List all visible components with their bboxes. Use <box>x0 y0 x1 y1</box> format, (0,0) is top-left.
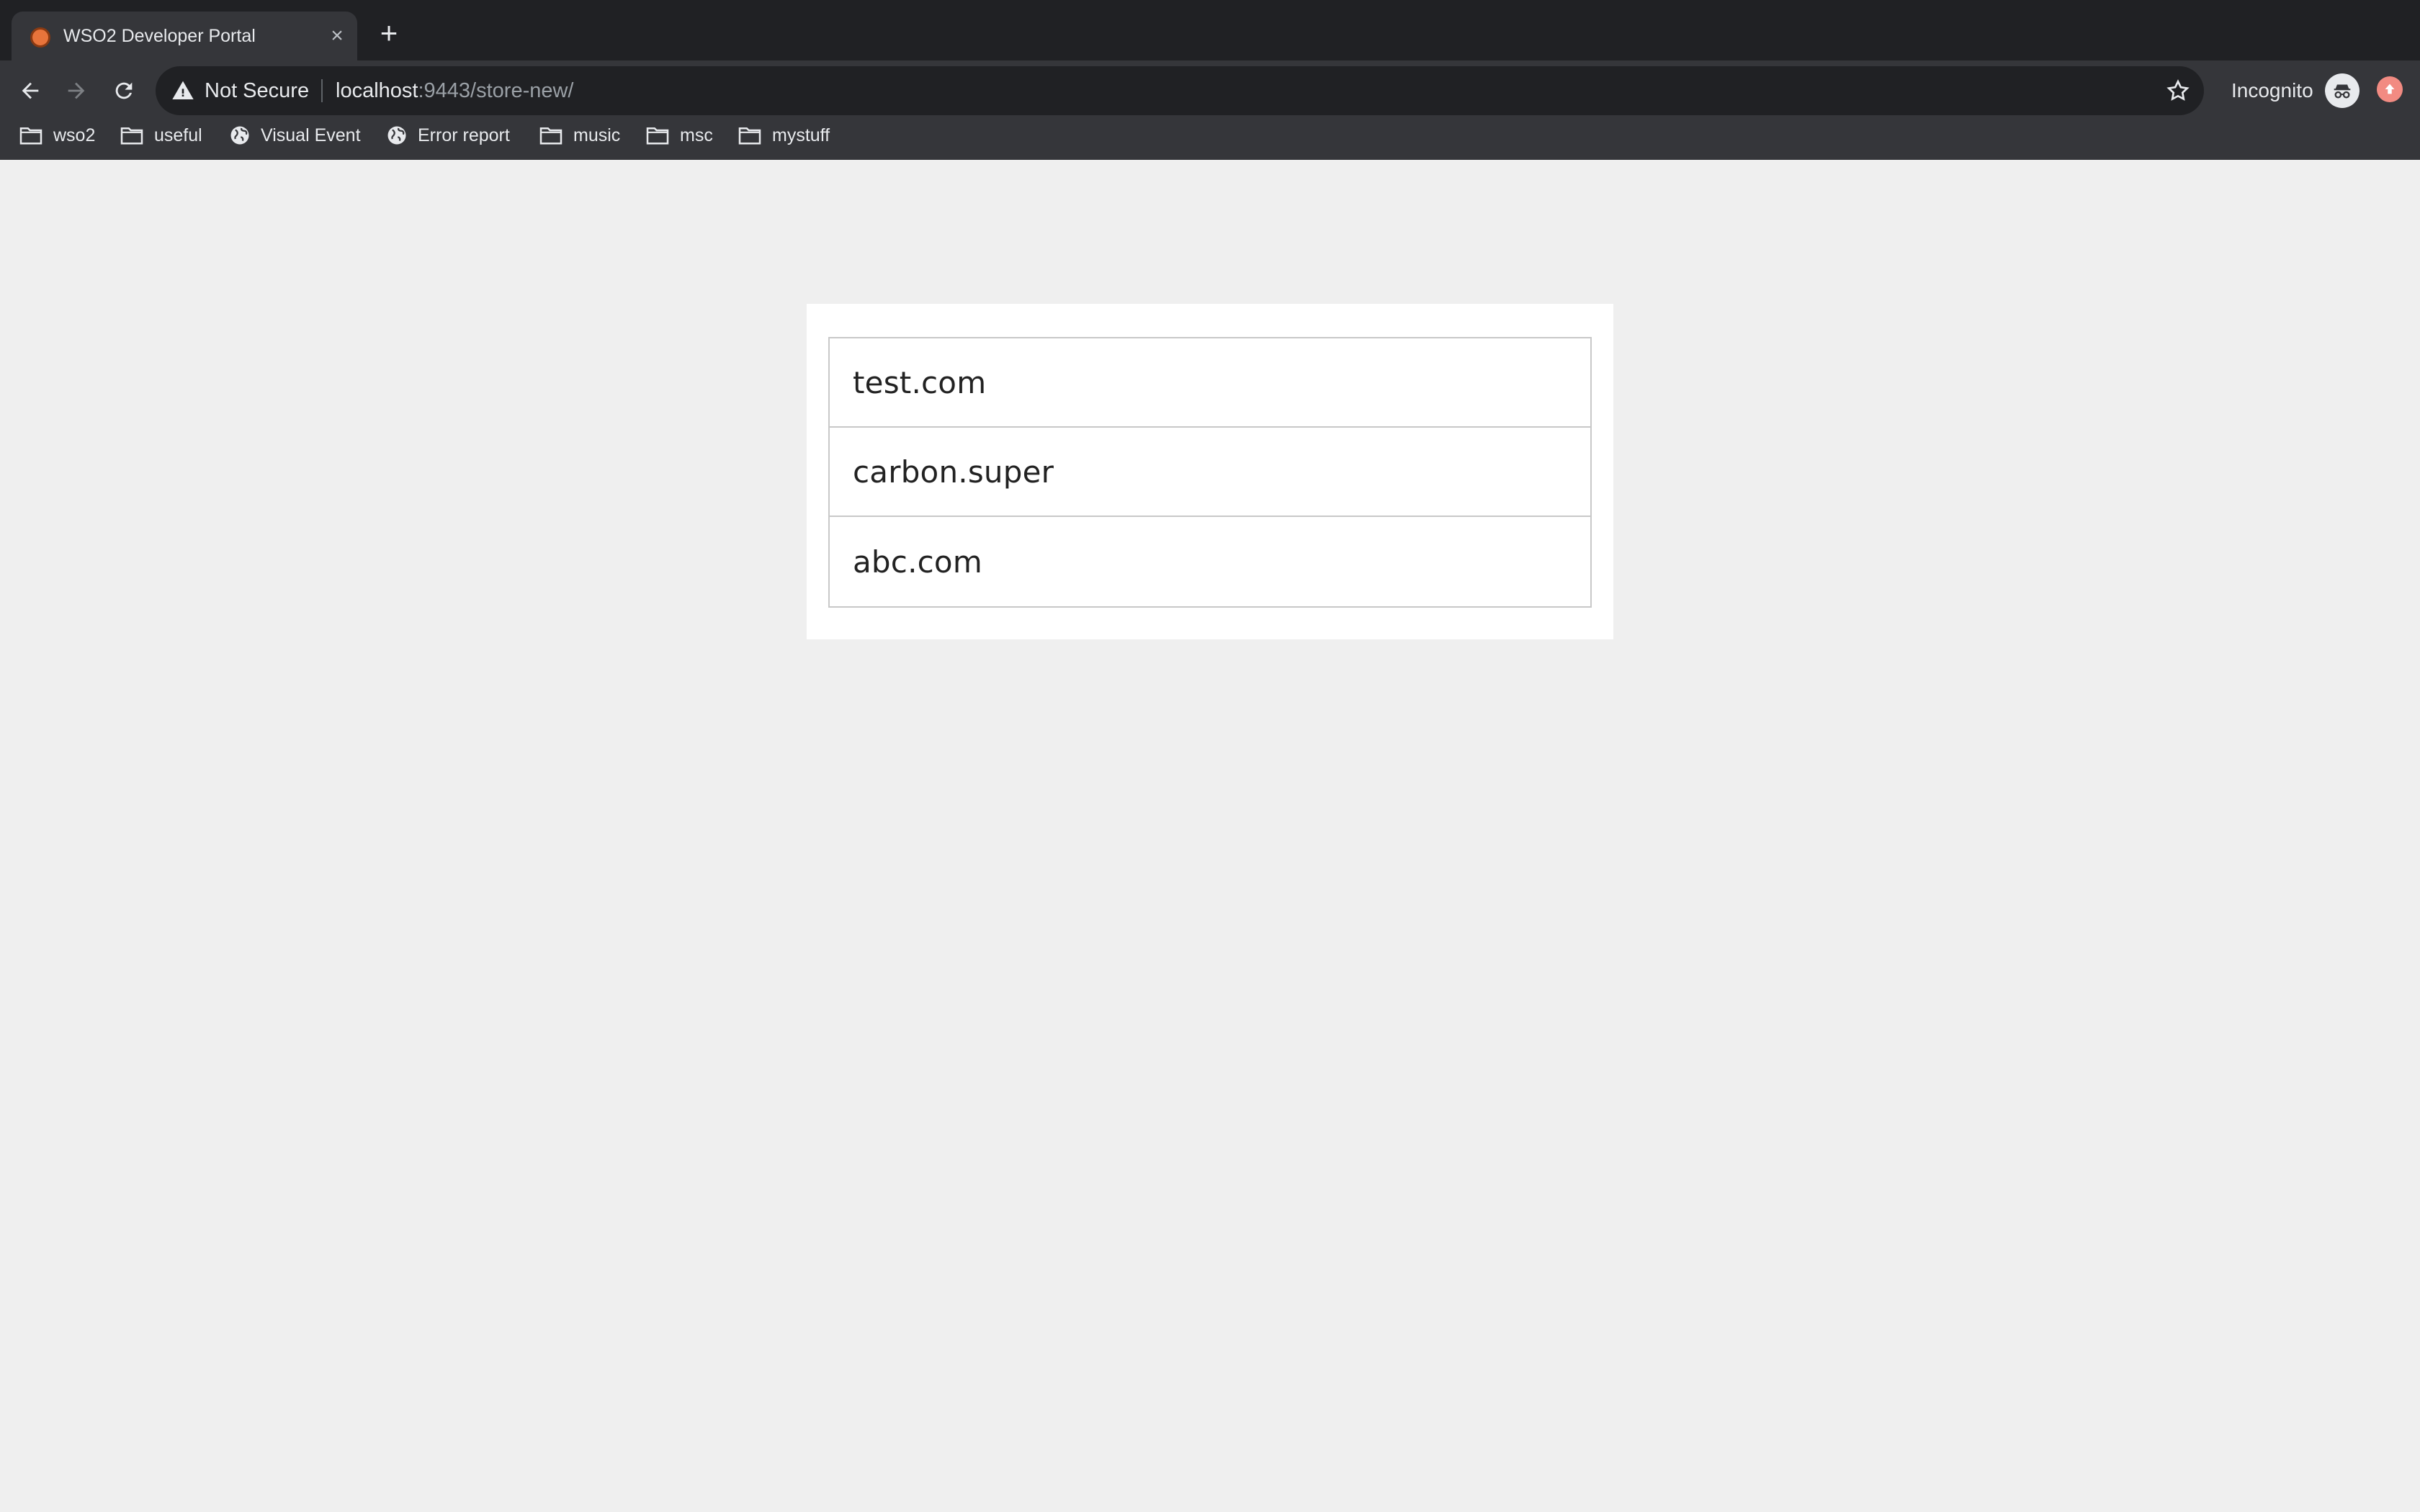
bookmark-label: wso2 <box>53 125 96 145</box>
folder-icon <box>646 127 669 145</box>
incognito-label[interactable]: Incognito <box>2231 76 2313 105</box>
folder-icon <box>738 127 761 145</box>
arrow-left-icon <box>22 82 39 99</box>
bookmarks-bar: wso2 useful Visual Event Error report mu… <box>0 117 2420 154</box>
incognito-icon[interactable] <box>2325 73 2360 108</box>
browser-tab-strip: WSO2 Developer Portal × + <box>0 0 2420 60</box>
warning-icon[interactable] <box>171 79 194 102</box>
tab-close-icon[interactable]: × <box>323 22 351 50</box>
bookmark-label: msc <box>680 125 713 145</box>
update-available-icon[interactable] <box>2377 76 2403 102</box>
wso2-favicon-icon <box>30 27 50 48</box>
bookmark-msc[interactable]: msc <box>645 121 713 150</box>
tenant-label: test.com <box>853 364 987 400</box>
arrow-right-icon <box>68 82 85 99</box>
incognito-glasses-icon <box>2334 84 2351 99</box>
back-button[interactable] <box>10 71 50 111</box>
tab-title: WSO2 Developer Portal <box>63 26 256 46</box>
omnibox-divider <box>321 79 323 102</box>
folder-icon <box>539 127 563 145</box>
bookmark-label: Visual Event <box>261 125 361 145</box>
url-host: localhost <box>336 79 418 102</box>
tenant-label: carbon.super <box>853 454 1054 490</box>
bookmark-label: useful <box>154 125 202 145</box>
bookmark-star-icon[interactable] <box>2165 78 2191 104</box>
bookmark-useful[interactable]: useful <box>120 121 202 150</box>
tenant-selection-card: test.com carbon.super abc.com <box>807 304 1613 639</box>
tenant-label: abc.com <box>853 544 982 580</box>
security-status-label[interactable]: Not Secure <box>205 76 309 105</box>
url-path: :9443/store-new/ <box>418 79 574 102</box>
browser-tab-active[interactable]: WSO2 Developer Portal × <box>12 12 357 60</box>
address-bar[interactable]: Not Secure localhost:9443/store-new/ <box>156 66 2204 115</box>
bookmark-label: music <box>573 125 621 145</box>
reload-button[interactable] <box>104 71 144 111</box>
bookmark-error-report[interactable]: Error report <box>386 121 510 150</box>
forward-button[interactable] <box>56 71 97 111</box>
bookmark-wso2[interactable]: wso2 <box>19 121 95 150</box>
globe-icon <box>230 126 249 145</box>
new-tab-button[interactable]: + <box>372 17 406 52</box>
tenant-list: test.com carbon.super abc.com <box>828 337 1592 608</box>
url-text[interactable]: localhost:9443/store-new/ <box>336 76 573 105</box>
globe-icon <box>387 126 406 145</box>
bookmark-visual-event[interactable]: Visual Event <box>229 121 361 150</box>
folder-icon <box>120 127 143 145</box>
tenant-item-test-com[interactable]: test.com <box>830 338 1590 428</box>
bookmark-mystuff[interactable]: mystuff <box>738 121 830 150</box>
tenant-item-carbon-super[interactable]: carbon.super <box>830 428 1590 517</box>
reload-icon <box>115 82 133 99</box>
bookmark-label: Error report <box>418 125 510 145</box>
folder-icon <box>19 127 42 145</box>
arrow-up-icon <box>2385 84 2395 94</box>
tenant-item-abc-com[interactable]: abc.com <box>830 517 1590 606</box>
bookmark-music[interactable]: music <box>539 121 620 150</box>
bookmark-label: mystuff <box>772 125 830 145</box>
browser-toolbar: Not Secure localhost:9443/store-new/ Inc… <box>0 60 2420 160</box>
